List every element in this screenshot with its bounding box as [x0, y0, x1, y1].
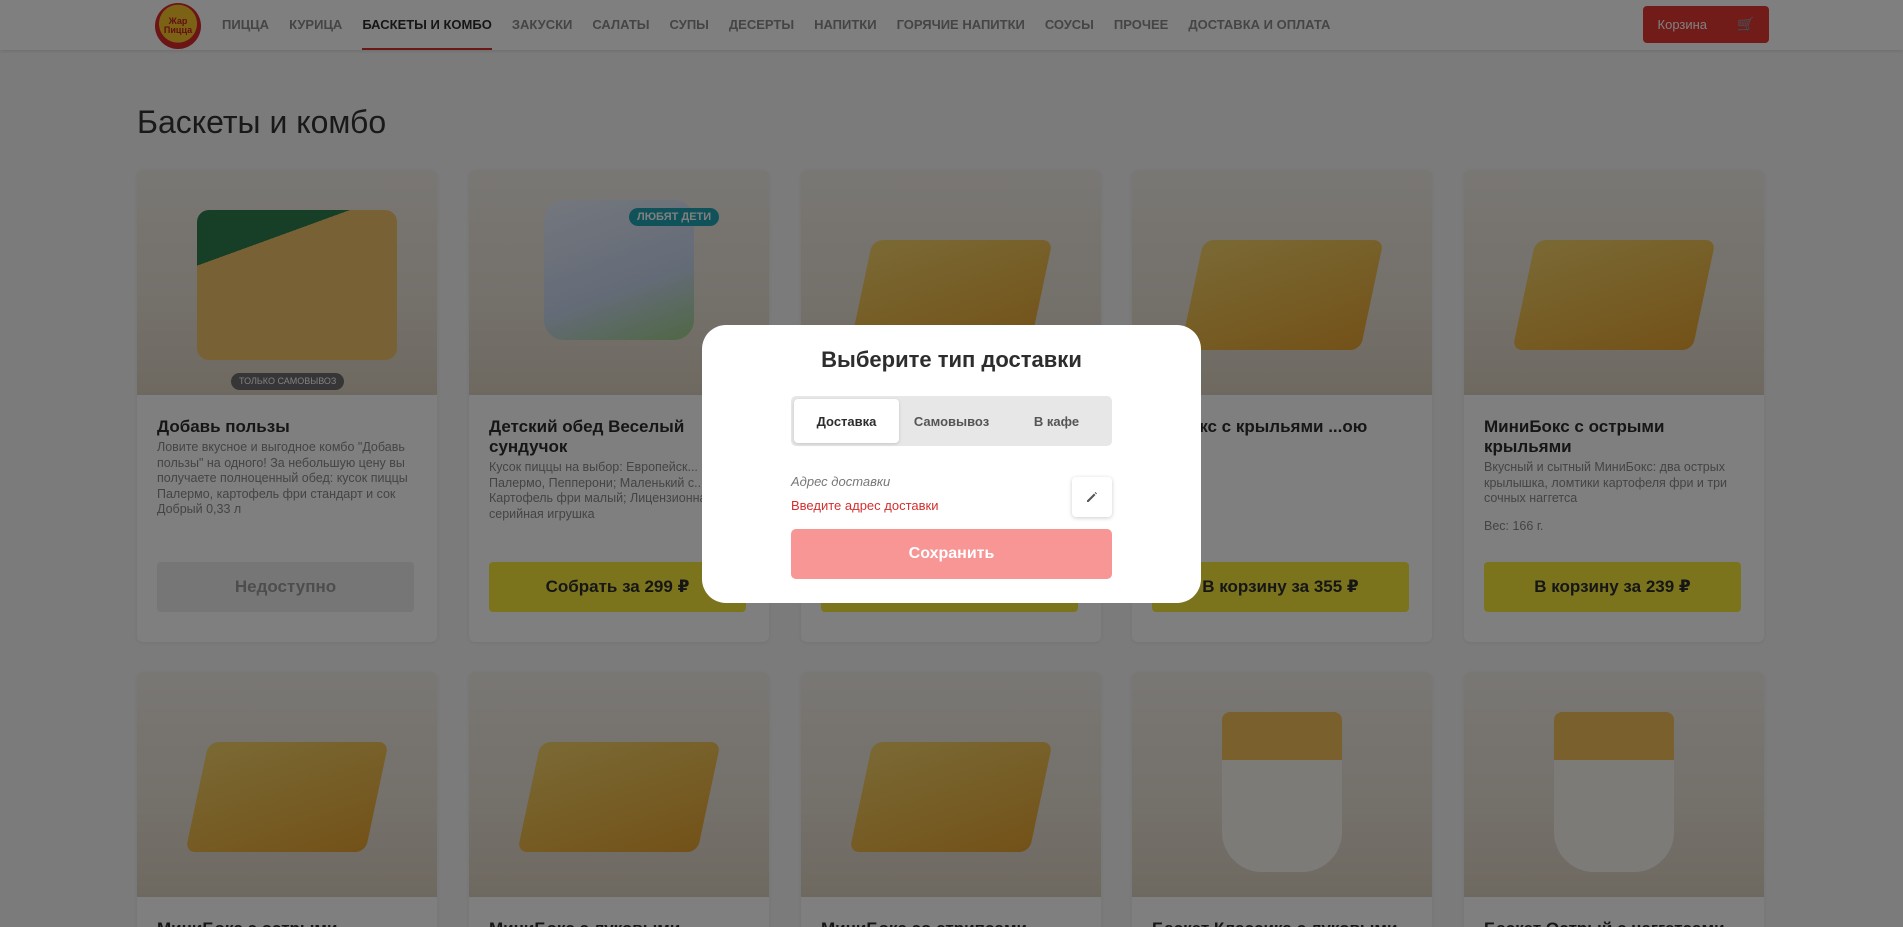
- pencil-icon: [1087, 492, 1097, 502]
- address-label: Адрес доставки: [791, 474, 891, 489]
- tab-in-cafe[interactable]: В кафе: [1004, 399, 1109, 443]
- tab-pickup[interactable]: Самовывоз: [899, 399, 1004, 443]
- tab-delivery[interactable]: Доставка: [794, 399, 899, 443]
- modal-title: Выберите тип доставки: [821, 347, 1082, 372]
- edit-address-button[interactable]: [1072, 477, 1112, 517]
- address-error[interactable]: Введите адрес доставки: [791, 498, 938, 513]
- delivery-type-switch: Доставка Самовывоз В кафе: [791, 396, 1112, 446]
- save-button[interactable]: Сохранить: [791, 529, 1112, 579]
- delivery-type-modal: Выберите тип доставки Доставка Самовывоз…: [702, 325, 1201, 603]
